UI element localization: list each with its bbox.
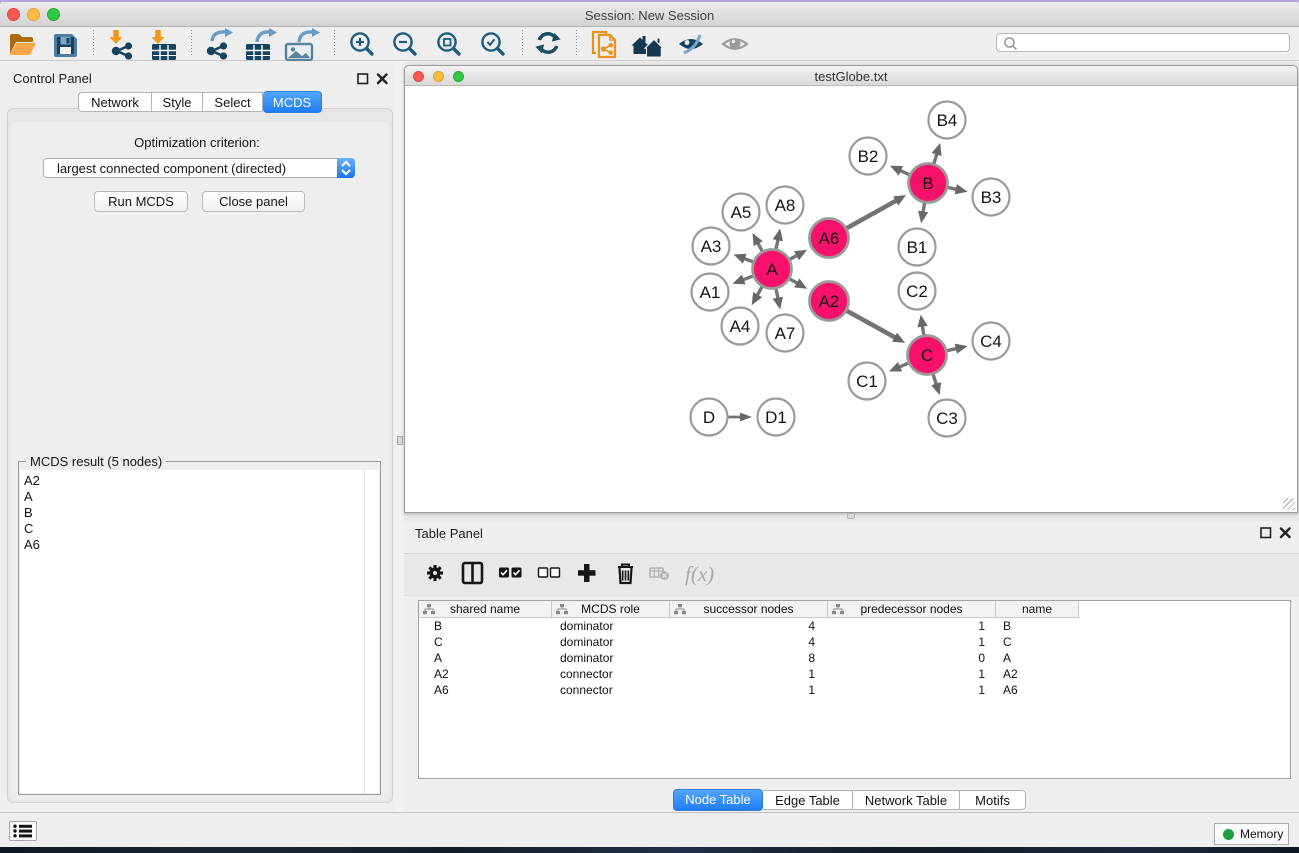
svg-text:C1: C1 — [856, 372, 878, 391]
svg-text:A6: A6 — [819, 229, 840, 248]
svg-text:B2: B2 — [858, 147, 879, 166]
svg-text:A1: A1 — [700, 283, 721, 302]
svg-text:C: C — [921, 346, 933, 365]
svg-text:B1: B1 — [907, 238, 928, 257]
svg-text:C2: C2 — [906, 282, 928, 301]
svg-text:B4: B4 — [937, 111, 958, 130]
svg-text:C4: C4 — [980, 332, 1002, 351]
svg-text:A5: A5 — [731, 203, 752, 222]
svg-text:C3: C3 — [936, 409, 958, 428]
svg-text:D: D — [703, 408, 715, 427]
svg-text:f(x): f(x) — [685, 562, 714, 586]
svg-text:A3: A3 — [701, 237, 722, 256]
svg-text:A7: A7 — [775, 324, 796, 343]
svg-text:A4: A4 — [730, 317, 751, 336]
svg-text:A8: A8 — [775, 196, 796, 215]
svg-text:B3: B3 — [981, 188, 1002, 207]
svg-text:D1: D1 — [765, 408, 787, 427]
svg-text:A: A — [766, 260, 778, 279]
svg-text:B: B — [922, 174, 933, 193]
svg-text:A2: A2 — [819, 292, 840, 311]
